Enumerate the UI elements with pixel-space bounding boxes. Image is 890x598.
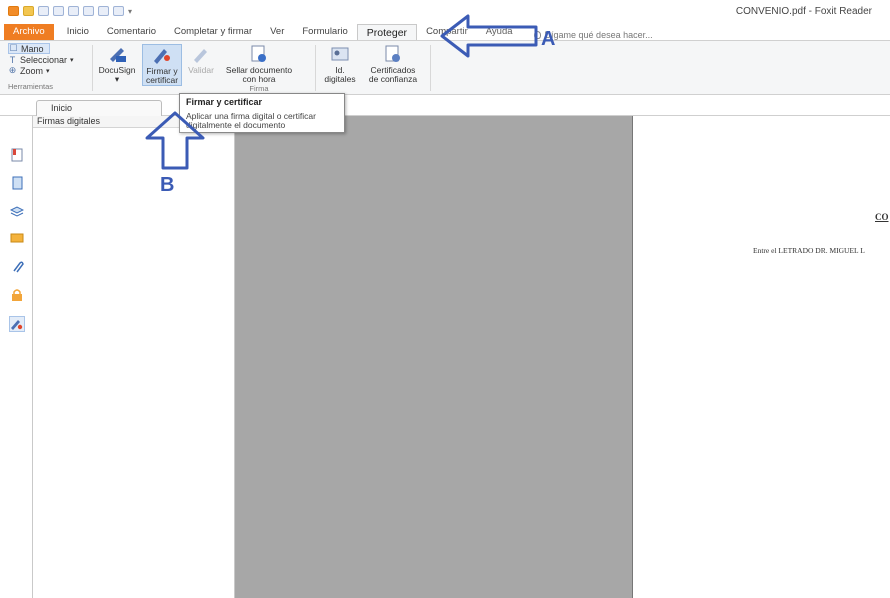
- foxit-reader-window: ▾ CONVENIO.pdf - Foxit Reader Archivo In…: [0, 0, 890, 598]
- docusign-icon: [107, 44, 127, 64]
- tools-group: ☐ Mano T Seleccionar ▾ ⊕ Zoom ▾ Herramie…: [8, 43, 93, 93]
- open-folder-icon[interactable]: [23, 6, 34, 16]
- pdf-page: CO Entre el LETRADO DR. MIGUEL L: [632, 116, 890, 598]
- quick-access-toolbar: ▾: [8, 6, 132, 16]
- tell-me-placeholder: Dígame qué desea hacer...: [544, 30, 653, 40]
- tab-comentario[interactable]: Comentario: [98, 24, 165, 40]
- customize-qat-icon[interactable]: ▾: [128, 7, 132, 16]
- tools-group-label: Herramientas: [8, 82, 54, 91]
- pages-icon[interactable]: [10, 176, 24, 190]
- bookmarks-icon[interactable]: [10, 148, 24, 162]
- annotation-label-b: B: [160, 174, 175, 196]
- certificados-confianza-button[interactable]: Certificados de confianza: [360, 44, 426, 84]
- attachments-icon[interactable]: [10, 260, 24, 274]
- sign-certify-icon: [152, 45, 172, 65]
- validar-button[interactable]: Validar: [186, 44, 216, 75]
- annotation-arrow-a-icon: [440, 14, 538, 58]
- validar-label: Validar: [188, 65, 214, 75]
- tab-proteger[interactable]: Proteger: [356, 24, 418, 40]
- doc-tab-inicio[interactable]: Inicio: [36, 100, 162, 116]
- timestamp-icon: [249, 44, 269, 64]
- digital-signatures-icon[interactable]: [9, 316, 25, 332]
- chevron-down-icon: ▾: [114, 74, 120, 84]
- tab-formulario[interactable]: Formulario: [293, 24, 356, 40]
- layers-icon[interactable]: [9, 204, 25, 218]
- id-label-2: digitales: [324, 74, 356, 84]
- select-tool-label: Seleccionar: [20, 54, 68, 65]
- tab-inicio[interactable]: Inicio: [58, 24, 98, 40]
- hand-tool-icon[interactable]: [113, 6, 124, 16]
- undo-icon[interactable]: [83, 6, 94, 16]
- security-lock-icon[interactable]: [10, 288, 24, 302]
- tooltip-title: Firmar y certificar: [186, 97, 263, 107]
- navigation-sidebar: [0, 116, 33, 598]
- docusign-button[interactable]: DocuSign ▾: [96, 44, 138, 84]
- chevron-down-icon: ▾: [46, 67, 50, 75]
- annotation-label-a: A: [541, 28, 556, 50]
- print-icon[interactable]: [53, 6, 64, 16]
- firmar-label-2: certificar: [145, 75, 179, 85]
- foxit-logo-icon: [8, 6, 19, 16]
- divider: [315, 45, 316, 91]
- document-tab-strip: Inicio: [0, 96, 890, 116]
- firmar-certificar-button[interactable]: Firmar y certificar: [142, 44, 182, 86]
- digital-signatures-panel: [33, 128, 235, 598]
- validate-icon: [191, 44, 211, 64]
- zoom-icon: ⊕: [8, 65, 17, 75]
- chevron-down-icon: ▾: [70, 56, 74, 64]
- screen-icon[interactable]: [68, 6, 79, 16]
- comments-icon[interactable]: [10, 232, 24, 246]
- digital-id-icon: [330, 44, 350, 64]
- window-title: CONVENIO.pdf - Foxit Reader: [735, 6, 872, 17]
- zoom-tool-label: Zoom: [20, 65, 44, 76]
- firma-group-label: Firma: [249, 84, 269, 93]
- sellar-label-2: con hora: [242, 74, 276, 84]
- trusted-certificates-icon: [383, 44, 403, 64]
- text-select-icon: T: [9, 54, 16, 65]
- cert-label-2: de confianza: [368, 74, 418, 84]
- divider: [92, 45, 93, 91]
- tab-archivo[interactable]: Archivo: [4, 24, 54, 40]
- hand-tool-label: Mano: [21, 43, 44, 54]
- id-digitales-button[interactable]: Id. digitales: [320, 44, 360, 84]
- hand-tool[interactable]: ☐ Mano: [8, 43, 50, 54]
- document-workspace: [235, 116, 632, 598]
- annotation-arrow-b-icon: [145, 111, 205, 170]
- document-text-line: Entre el LETRADO DR. MIGUEL L: [753, 246, 865, 255]
- sellar-documento-button[interactable]: Sellar documento con hora Firma: [220, 44, 298, 93]
- redo-icon[interactable]: [98, 6, 109, 16]
- tab-ver[interactable]: Ver: [261, 24, 293, 40]
- select-tool[interactable]: T Seleccionar ▾: [8, 54, 93, 65]
- tooltip-line-2: digitalmente el documento: [186, 120, 286, 130]
- zoom-tool[interactable]: ⊕ Zoom ▾: [8, 65, 93, 76]
- save-icon[interactable]: [38, 6, 49, 16]
- hand-icon: ☐: [9, 43, 18, 53]
- divider: [430, 45, 431, 91]
- tab-completar-y-firmar[interactable]: Completar y firmar: [165, 24, 261, 40]
- document-heading: CO: [875, 212, 889, 222]
